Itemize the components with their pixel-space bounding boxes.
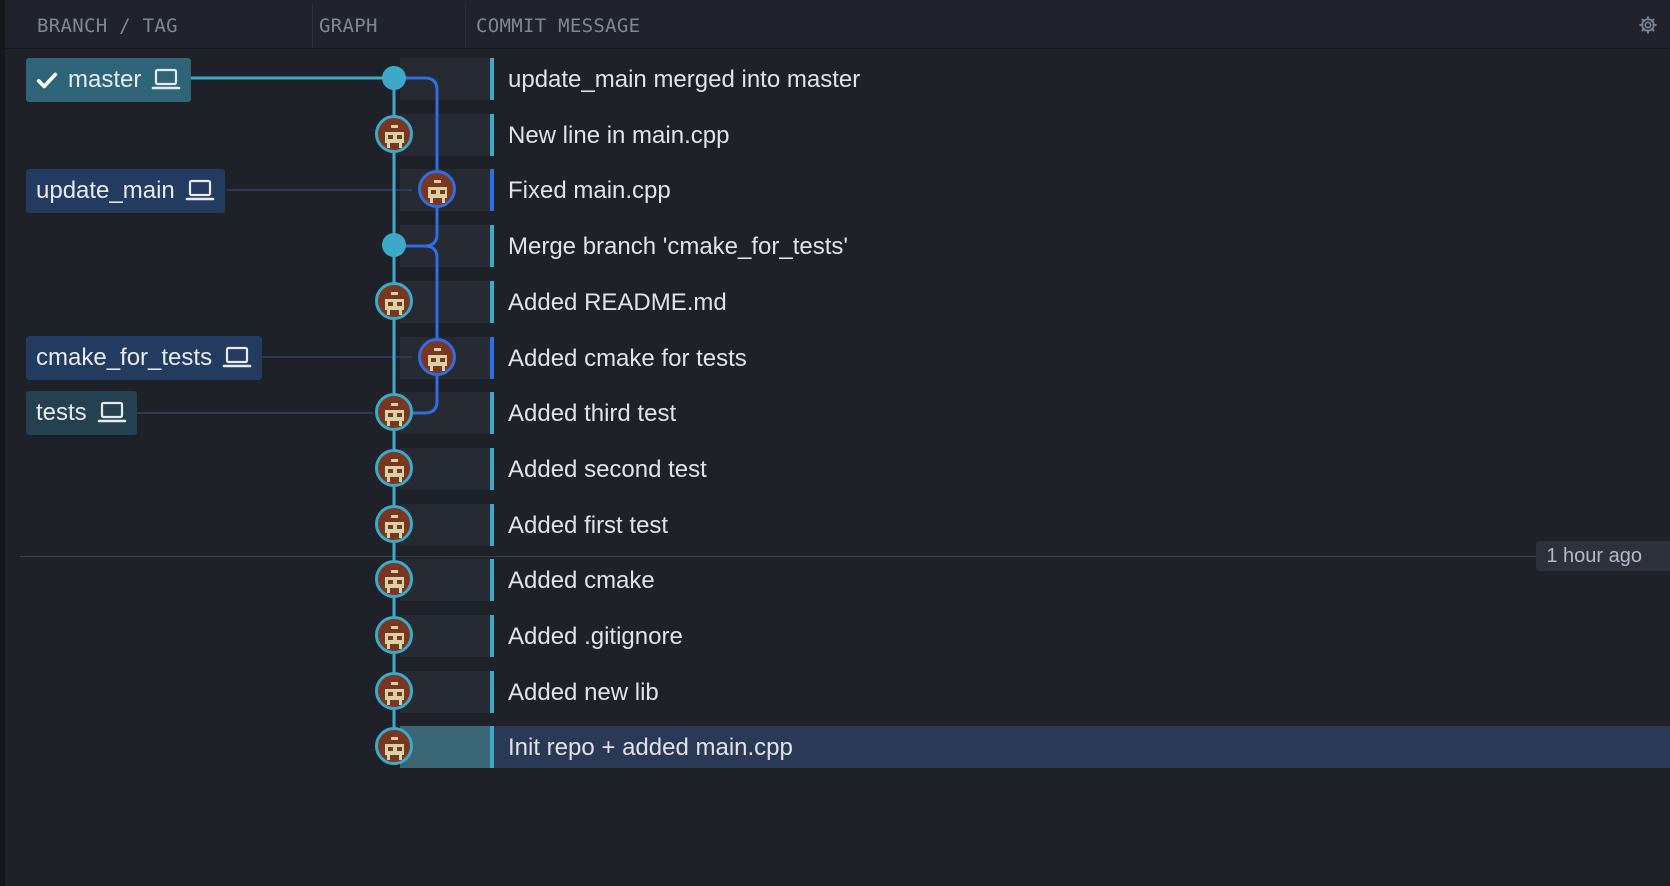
commit-message: Added new lib (508, 678, 659, 706)
lane-color-bar (490, 726, 494, 769)
graph-cell (400, 280, 490, 323)
commit-row[interactable]: Init repo + added main.cpp (5, 718, 1670, 774)
commit-row[interactable]: Added new lib (5, 663, 1670, 719)
commit-message: Added first test (508, 511, 669, 539)
lane-color-bar (490, 169, 494, 212)
commit-message: Fixed main.cpp (508, 177, 671, 205)
time-badge: 1 hour ago (1536, 541, 1670, 571)
commit-message: Added .gitignore (508, 623, 683, 650)
commit-message: Init repo + added main.cpp (508, 734, 793, 762)
lane-color-bar (490, 280, 494, 323)
column-divider[interactable] (312, 4, 313, 48)
laptop-icon (222, 346, 252, 368)
graph-cell (400, 726, 490, 769)
commit-row[interactable]: New line in main.cpp (5, 106, 1670, 162)
commit-row[interactable]: Merge branch 'cmake_for_tests' (5, 217, 1670, 273)
author-avatar-icon[interactable] (418, 337, 456, 376)
author-avatar-icon[interactable] (375, 114, 413, 153)
graph-cell (400, 503, 490, 546)
commit-row[interactable]: Added first test (5, 496, 1670, 552)
commit-row[interactable]: Added second test (5, 440, 1670, 496)
commit-row[interactable]: Fixed main.cpp (5, 161, 1670, 217)
graph-cell (400, 670, 490, 713)
commit-message: Merge branch 'cmake_for_tests' (508, 233, 848, 261)
author-avatar-icon[interactable] (375, 448, 413, 487)
ref-cmake-for-tests[interactable]: cmake_for_tests (26, 336, 263, 380)
graph-cell (400, 113, 490, 156)
author-avatar-icon[interactable] (375, 616, 413, 654)
gear-icon[interactable] (1638, 15, 1658, 35)
author-avatar-icon[interactable] (375, 281, 413, 320)
graph-cell (400, 447, 490, 490)
time-separator (20, 556, 1670, 557)
commit-row[interactable]: Added README.md (5, 273, 1670, 329)
graph-cell (400, 392, 490, 435)
ref-label: tests (36, 399, 87, 426)
commit-row[interactable]: Added cmake (5, 551, 1670, 607)
commit-message: New line in main.cpp (508, 121, 730, 149)
ref-label: master (68, 66, 142, 93)
laptop-icon (185, 179, 215, 201)
commit-row[interactable]: Added third test (5, 384, 1670, 440)
commit-row[interactable]: Added .gitignore (5, 607, 1670, 663)
lane-color-bar (490, 58, 494, 100)
lane-color-bar (490, 336, 494, 379)
commit-message: update_main merged into master (508, 66, 861, 93)
checkmark-icon (36, 72, 58, 89)
lane-color-bar (490, 225, 494, 268)
ref-label: update_main (36, 177, 175, 204)
commit-row[interactable]: update_main merged into master (5, 50, 1670, 106)
merge-commit-dot[interactable] (382, 233, 406, 258)
graph-column-header[interactable]: GRAPH (319, 0, 378, 48)
lane-color-bar (490, 559, 494, 602)
lane-color-bar (490, 670, 494, 713)
lane-color-bar (490, 113, 494, 156)
ref-update-main[interactable]: update_main (26, 169, 225, 213)
commit-message: Added third test (508, 400, 677, 428)
laptop-icon (152, 68, 181, 90)
author-avatar-icon[interactable] (375, 393, 413, 432)
graph-cell (400, 615, 490, 657)
column-divider[interactable] (465, 4, 466, 48)
commit-message: Added cmake (508, 567, 655, 595)
branch-tag-column-header[interactable]: BRANCH / TAG (37, 0, 178, 48)
commit-message-column-header[interactable]: COMMIT MESSAGE (476, 0, 640, 48)
ref-master[interactable]: master (26, 58, 192, 102)
graph-cell (400, 58, 490, 100)
commit-message: Added cmake for tests (508, 344, 747, 372)
laptop-icon (97, 401, 126, 423)
lane-color-bar (490, 447, 494, 490)
ref-label: cmake_for_tests (36, 344, 213, 371)
author-avatar-icon[interactable] (375, 671, 413, 710)
lane-color-bar (490, 615, 494, 657)
commit-message: Added second test (508, 455, 707, 483)
lane-color-bar (490, 392, 494, 435)
commit-message: Added README.md (508, 288, 727, 316)
ref-tests[interactable]: tests (26, 391, 137, 435)
graph-cell (400, 225, 490, 268)
merge-commit-dot[interactable] (382, 66, 406, 90)
lane-color-bar (490, 503, 494, 546)
graph-cell (400, 559, 490, 602)
column-header: BRANCH / TAG GRAPH COMMIT MESSAGE (5, 0, 1670, 49)
author-avatar-icon[interactable] (375, 504, 413, 543)
